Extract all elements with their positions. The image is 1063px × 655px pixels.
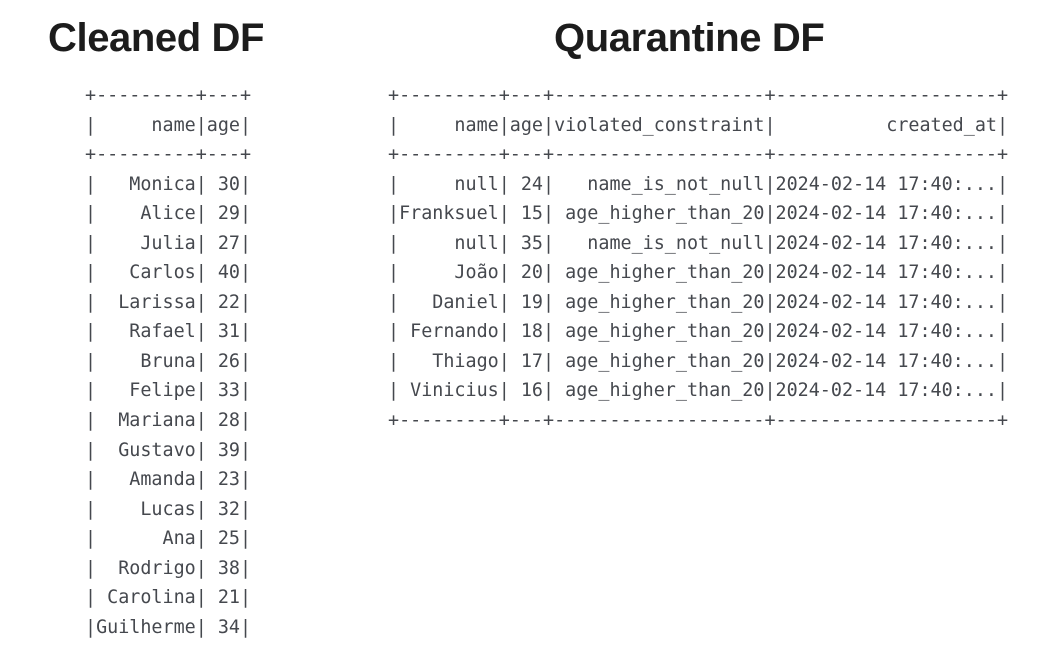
table-row: | Larissa| 22| bbox=[85, 291, 252, 313]
quarantine-df-panel: Quarantine DF +---------+---+-----------… bbox=[388, 0, 1008, 436]
table-row: | Carlos| 40| bbox=[85, 262, 252, 284]
table-rule: +---------+---+-------------------+-----… bbox=[388, 85, 1009, 106]
table-row: | Felipe| 33| bbox=[85, 380, 252, 402]
table-row: | null| 35| name_is_not_null|2024-02-14 … bbox=[388, 232, 1009, 254]
table-row: | Rodrigo| 38| bbox=[85, 557, 252, 579]
table-header-row: | name|age|violated_constraint| created_… bbox=[388, 114, 1009, 136]
table-row: | João| 20| age_higher_than_20|2024-02-1… bbox=[388, 262, 1009, 284]
table-row: | Alice| 29| bbox=[85, 203, 252, 225]
table-row: | Amanda| 23| bbox=[85, 469, 252, 491]
table-row: |Guilherme| 34| bbox=[85, 616, 252, 638]
table-row: | Mariana| 28| bbox=[85, 410, 252, 432]
table-row: | Fernando| 18| age_higher_than_20|2024-… bbox=[388, 321, 1009, 343]
table-row: | Lucas| 32| bbox=[85, 498, 252, 520]
table-rule: +---------+---+ bbox=[85, 144, 252, 166]
cleaned-df-panel: Cleaned DF +---------+---+ | name|age| +--… bbox=[40, 0, 264, 642]
table-rule: +---------+---+ bbox=[85, 85, 252, 106]
table-row: | Ana| 25| bbox=[85, 528, 252, 550]
table-row: | Thiago| 17| age_higher_than_20|2024-02… bbox=[388, 350, 1009, 372]
table-header-row: | name|age| bbox=[85, 114, 252, 136]
table-rule: +---------+---+-------------------+-----… bbox=[388, 410, 1009, 432]
table-rule: +---------+---+-------------------+-----… bbox=[388, 144, 1009, 166]
quarantine-df-title: Quarantine DF bbox=[554, 16, 825, 60]
table-row: | Julia| 27| bbox=[85, 232, 252, 254]
table-row: | Daniel| 19| age_higher_than_20|2024-02… bbox=[388, 291, 1009, 313]
table-row: |Franksuel| 15| age_higher_than_20|2024-… bbox=[388, 203, 1009, 225]
table-row: | Rafael| 31| bbox=[85, 321, 252, 343]
table-row: | Vinicius| 16| age_higher_than_20|2024-… bbox=[388, 380, 1009, 402]
table-row: | Gustavo| 39| bbox=[85, 439, 252, 461]
quarantine-df-table: +---------+---+-------------------+-----… bbox=[388, 81, 1008, 436]
table-row: | Monica| 30| bbox=[85, 173, 252, 195]
cleaned-df-title: Cleaned DF bbox=[48, 16, 265, 60]
table-row: | Bruna| 26| bbox=[85, 350, 252, 372]
cleaned-df-table: +---------+---+ | name|age| +---------+---… bbox=[85, 81, 264, 642]
table-row: | null| 24| name_is_not_null|2024-02-14 … bbox=[388, 173, 1009, 195]
table-row: | Carolina| 21| bbox=[85, 587, 252, 609]
